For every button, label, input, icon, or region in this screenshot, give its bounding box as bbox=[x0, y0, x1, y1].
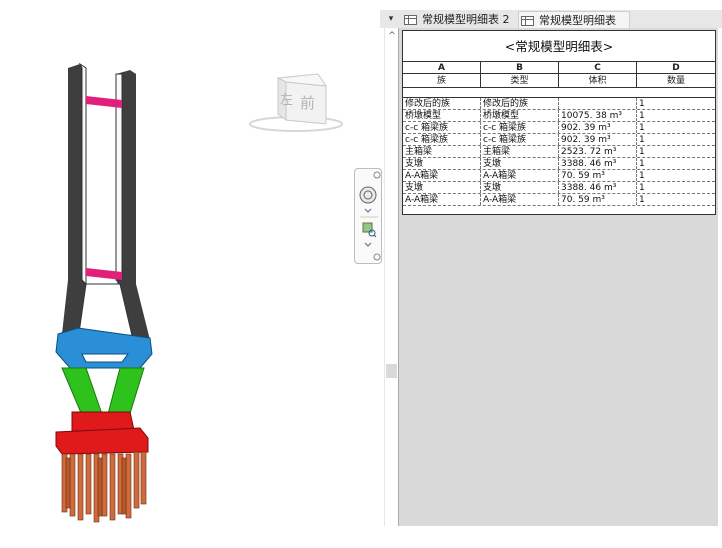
viewport-scrollbar[interactable]: ^ bbox=[384, 28, 398, 526]
table-cell[interactable]: 1 bbox=[637, 98, 715, 109]
tab-schedule-2[interactable]: 常规模型明细表 2 bbox=[402, 11, 514, 28]
table-cell[interactable]: 1 bbox=[637, 146, 715, 157]
cap-beam-opening bbox=[81, 353, 129, 363]
schedule-icon bbox=[404, 15, 417, 25]
viewcube-left-label: 左 bbox=[280, 93, 293, 108]
chevron-down-icon[interactable] bbox=[364, 208, 372, 213]
table-cell[interactable]: 主箱梁 bbox=[403, 146, 481, 157]
resize-icon[interactable] bbox=[373, 253, 381, 261]
3d-viewport[interactable]: 左 前 bbox=[0, 28, 384, 526]
table-cell[interactable]: 3388. 46 m³ bbox=[559, 182, 637, 193]
schedule-table: <常规模型明细表> A B C D 族 类型 体积 数量 修改后的族 修改后的族 1… bbox=[402, 30, 716, 215]
table-cell[interactable]: c-c 箱梁族 bbox=[481, 134, 559, 145]
table-cell[interactable]: A-A箱梁 bbox=[403, 194, 481, 205]
table-cell[interactable]: 支墩 bbox=[403, 182, 481, 193]
table-row[interactable]: c-c 箱梁族 c-c 箱梁族 902. 39 m³ 1 bbox=[403, 134, 715, 146]
revit-window: ▾ 常规模型明细表 2 常规模型明细表 左 前 ^ <常规模型明细表> A B … bbox=[0, 0, 722, 548]
table-footer bbox=[403, 206, 715, 214]
pile-cap bbox=[55, 427, 149, 455]
header-count[interactable]: 数量 bbox=[637, 74, 715, 87]
table-row[interactable]: 桥墩模型 桥墩模型 10075. 38 m³ 1 bbox=[403, 110, 715, 122]
table-row[interactable]: 修改后的族 修改后的族 1 bbox=[403, 98, 715, 110]
table-cell[interactable]: 3388. 46 m³ bbox=[559, 158, 637, 169]
dropdown-icon[interactable]: ▾ bbox=[384, 11, 398, 27]
table-row[interactable]: A-A箱梁 A-A箱梁 70. 59 m³ 1 bbox=[403, 194, 715, 206]
table-cell[interactable] bbox=[559, 98, 637, 109]
zoom-region-icon[interactable] bbox=[362, 222, 377, 238]
schedule-view: <常规模型明细表> A B C D 族 类型 体积 数量 修改后的族 修改后的族 1… bbox=[398, 28, 718, 526]
table-row[interactable]: A-A箱梁 A-A箱梁 70. 59 m³ 1 bbox=[403, 170, 715, 182]
table-cell[interactable]: 支墩 bbox=[481, 182, 559, 193]
pier-model-3d[interactable]: 左 前 bbox=[0, 28, 384, 526]
table-cell[interactable]: 主箱梁 bbox=[481, 146, 559, 157]
close-icon[interactable] bbox=[373, 171, 381, 179]
table-cell[interactable]: 1 bbox=[637, 182, 715, 193]
table-cell[interactable]: 1 bbox=[637, 134, 715, 145]
header-spacer bbox=[403, 88, 715, 98]
header-family[interactable]: 族 bbox=[403, 74, 481, 87]
status-area bbox=[0, 526, 722, 548]
header-volume[interactable]: 体积 bbox=[559, 74, 637, 87]
table-cell[interactable]: c-c 箱梁族 bbox=[403, 134, 481, 145]
table-cell[interactable]: 70. 59 m³ bbox=[559, 170, 637, 181]
view-tab-bar: ▾ 常规模型明细表 2 常规模型明细表 bbox=[0, 0, 722, 28]
header-type[interactable]: 类型 bbox=[481, 74, 559, 87]
table-row[interactable]: c-c 箱梁族 c-c 箱梁族 902. 39 m³ 1 bbox=[403, 122, 715, 134]
table-cell[interactable]: 70. 59 m³ bbox=[559, 194, 637, 205]
tab-label: 常规模型明细表 bbox=[539, 14, 616, 27]
column-letter[interactable]: C bbox=[559, 62, 637, 73]
column-headers: 族 类型 体积 数量 bbox=[403, 74, 715, 88]
column-letter[interactable]: B bbox=[481, 62, 559, 73]
schedule-title: <常规模型明细表> bbox=[403, 31, 715, 62]
table-cell[interactable]: 修改后的族 bbox=[481, 98, 559, 109]
table-cell[interactable]: 10075. 38 m³ bbox=[559, 110, 637, 121]
table-cell[interactable]: A-A箱梁 bbox=[481, 194, 559, 205]
table-cell[interactable]: A-A箱梁 bbox=[403, 170, 481, 181]
table-cell[interactable]: 1 bbox=[637, 110, 715, 121]
tab-schedule[interactable]: 常规模型明细表 bbox=[518, 11, 630, 28]
table-cell[interactable]: c-c 箱梁族 bbox=[403, 122, 481, 133]
table-cell[interactable]: 修改后的族 bbox=[403, 98, 481, 109]
table-row[interactable]: 支墩 支墩 3388. 46 m³ 1 bbox=[403, 182, 715, 194]
table-cell[interactable]: 桥墩模型 bbox=[403, 110, 481, 121]
column-letter[interactable]: D bbox=[637, 62, 715, 73]
pile-group bbox=[61, 451, 147, 523]
table-cell[interactable]: 1 bbox=[637, 170, 715, 181]
table-cell[interactable]: 1 bbox=[637, 158, 715, 169]
table-cell[interactable]: A-A箱梁 bbox=[481, 170, 559, 181]
tab-label: 常规模型明细表 2 bbox=[422, 13, 510, 26]
table-cell[interactable]: 902. 39 m³ bbox=[559, 134, 637, 145]
scroll-thumb[interactable] bbox=[386, 364, 397, 378]
viewcube[interactable]: 左 前 bbox=[249, 73, 343, 132]
table-cell[interactable]: 2523. 72 m³ bbox=[559, 146, 637, 157]
table-cell[interactable]: 支墩 bbox=[403, 158, 481, 169]
table-cell[interactable]: c-c 箱梁族 bbox=[481, 122, 559, 133]
chevron-down-icon[interactable] bbox=[364, 242, 372, 247]
schedule-icon bbox=[521, 16, 534, 26]
column-letters: A B C D bbox=[403, 62, 715, 74]
table-cell[interactable]: 1 bbox=[637, 122, 715, 133]
scroll-up-icon[interactable]: ^ bbox=[385, 30, 399, 42]
table-cell[interactable]: 桥墩模型 bbox=[481, 110, 559, 121]
steering-wheel-icon[interactable] bbox=[359, 186, 377, 204]
table-row[interactable]: 主箱梁 主箱梁 2523. 72 m³ 1 bbox=[403, 146, 715, 158]
table-row[interactable]: 支墩 支墩 3388. 46 m³ 1 bbox=[403, 158, 715, 170]
table-cell[interactable]: 1 bbox=[637, 194, 715, 205]
schedule-rows: 修改后的族 修改后的族 1 桥墩模型 桥墩模型 10075. 38 m³ 1 c-c 箱梁族 c… bbox=[403, 98, 715, 206]
column-letter[interactable]: A bbox=[403, 62, 481, 73]
viewcube-front-label: 前 bbox=[300, 94, 315, 112]
navigation-bar bbox=[354, 168, 382, 264]
table-cell[interactable]: 902. 39 m³ bbox=[559, 122, 637, 133]
table-cell[interactable]: 支墩 bbox=[481, 158, 559, 169]
